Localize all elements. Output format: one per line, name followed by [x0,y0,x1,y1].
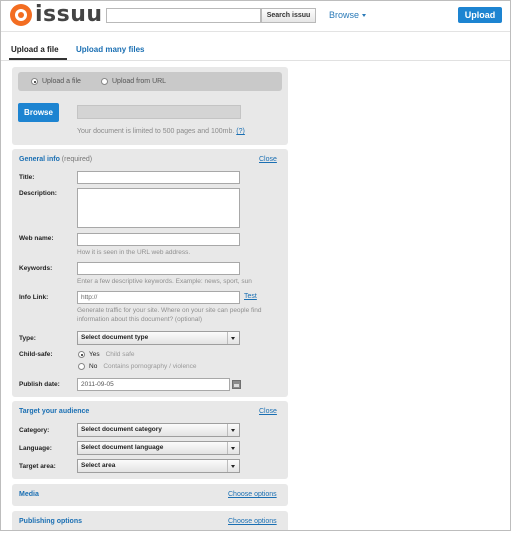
description-label: Description: [19,190,57,197]
publishing-title: Publishing options [19,518,82,525]
radio-upload-url-label[interactable]: Upload from URL [112,78,166,85]
target-area-select[interactable]: Select area [77,459,240,473]
upload-source-bar: Upload a file Upload from URL [18,72,282,91]
target-area-label: Target area: [19,463,56,470]
publish-date-label: Publish date: [19,381,60,388]
tab-divider [1,60,510,61]
browse-menu[interactable]: Browse [329,10,367,20]
type-select-value: Select document type [81,334,149,341]
childsafe-yes-label: Yes [89,351,100,358]
top-bar: issuu Search issuu Browse Upload [1,1,510,32]
category-select-value: Select document category [81,426,162,433]
category-select[interactable]: Select document category [77,423,240,437]
language-label: Language: [19,445,52,452]
media-panel: Media Choose options [12,484,288,506]
childsafe-no-radio[interactable] [78,363,85,370]
issuu-logo-icon [10,4,32,26]
childsafe-label: Child-safe: [19,351,53,358]
type-select[interactable]: Select document type [77,331,240,345]
childsafe-yes-option[interactable]: Yes Child safe [78,351,135,358]
general-info-heading: General info (required) [19,156,92,163]
language-select-value: Select document language [81,444,164,451]
dropdown-arrow-icon [227,332,239,344]
browse-menu-label: Browse [329,10,360,20]
audience-title: Target your audience [19,408,90,415]
general-info-close-link[interactable]: Close [259,156,277,163]
infolink-help: Generate traffic for your site. Where on… [77,307,262,323]
browse-file-button[interactable]: Browse [18,103,59,122]
radio-upload-url[interactable] [101,78,108,85]
required-note: (required) [61,156,93,163]
infolink-label: Info Link: [19,294,49,301]
infolink-input[interactable]: http:// [77,291,240,304]
media-choose-options-link[interactable]: Choose options [228,491,277,498]
webname-label: Web name: [19,235,54,242]
radio-upload-file[interactable] [31,78,38,85]
category-label: Category: [19,427,50,434]
general-info-title: General info [19,156,60,163]
tab-upload-a-file[interactable]: Upload a file [11,45,59,54]
file-limit-text: Your document is limited to 500 pages an… [77,128,235,135]
keywords-help: Enter a few descriptive keywords. Exampl… [77,278,252,285]
childsafe-no-desc: Contains pornography / violence [103,363,197,370]
search-button[interactable]: Search issuu [261,8,316,23]
help-link[interactable]: (?) [236,128,245,135]
chevron-down-icon [362,13,367,17]
dropdown-arrow-icon [227,460,239,472]
tab-upload-many-files[interactable]: Upload many files [76,45,144,54]
description-textarea[interactable] [77,188,240,228]
target-area-select-value: Select area [81,462,116,469]
infolink-test-link[interactable]: Test [244,293,257,300]
publishing-choose-options-link[interactable]: Choose options [228,518,277,525]
language-select[interactable]: Select document language [77,441,240,455]
media-title: Media [19,491,39,498]
audience-close-link[interactable]: Close [259,408,277,415]
childsafe-no-label: No [89,363,98,370]
childsafe-no-option[interactable]: No Contains pornography / violence [78,363,197,370]
title-label: Title: [19,174,35,181]
keywords-label: Keywords: [19,265,53,272]
publish-date-input[interactable]: 2011-09-05 [77,378,230,391]
type-label: Type: [19,335,36,342]
upload-button[interactable]: Upload [458,7,502,23]
file-path-field [77,105,241,119]
keywords-input[interactable] [77,262,240,275]
radio-upload-file-label[interactable]: Upload a file [42,78,81,85]
logo-text: issuu [35,2,103,27]
file-limit-note: Your document is limited to 500 pages an… [77,128,245,135]
childsafe-yes-radio[interactable] [78,351,85,358]
general-info-panel: General info (required) Close Title: Des… [12,149,288,397]
title-input[interactable] [77,171,240,184]
calendar-icon[interactable] [232,380,241,389]
issuu-logo[interactable]: issuu [10,4,103,26]
webname-help: How it is seen in the URL web address. [77,249,191,256]
webname-input[interactable] [77,233,240,246]
dropdown-arrow-icon [227,424,239,436]
search-input[interactable] [106,8,261,23]
audience-panel: Target your audience Close Category: Sel… [12,401,288,479]
app-window: issuu Search issuu Browse Upload Upload … [0,0,511,531]
upload-source-panel: Upload a file Upload from URL Browse You… [12,67,288,145]
dropdown-arrow-icon [227,442,239,454]
publishing-panel: Publishing options Choose options [12,511,288,530]
childsafe-yes-desc: Child safe [105,351,135,358]
